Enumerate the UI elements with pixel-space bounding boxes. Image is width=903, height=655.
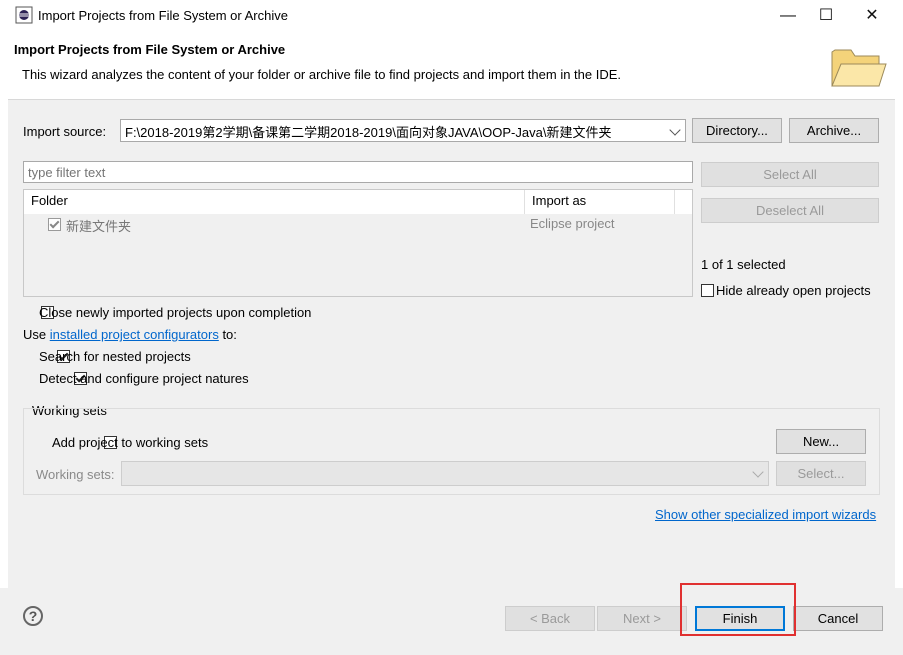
configurators-link[interactable]: installed project configurators xyxy=(50,327,219,342)
column-header-folder[interactable]: Folder xyxy=(24,190,525,214)
archive-button[interactable]: Archive... xyxy=(789,118,879,143)
table-row[interactable]: 新建文件夹 Eclipse project xyxy=(24,214,692,234)
chevron-down-icon[interactable] xyxy=(669,124,681,136)
import-source-label: Import source: xyxy=(23,124,107,139)
use-suffix: to: xyxy=(218,327,237,342)
configurators-line: Use installed project configurators to: xyxy=(23,327,237,342)
maximize-button[interactable]: ☐ xyxy=(803,0,849,31)
select-all-button[interactable]: Select All xyxy=(701,162,879,187)
close-button[interactable]: ✕ xyxy=(849,0,895,31)
projects-table: Folder Import as 新建文件夹 Eclipse project xyxy=(23,189,693,297)
working-sets-label: Working sets: xyxy=(36,467,115,482)
use-prefix: Use xyxy=(23,327,50,342)
deselect-all-button[interactable]: Deselect All xyxy=(701,198,879,223)
directory-button[interactable]: Directory... xyxy=(692,118,782,143)
detect-natures-label: Detect and configure project natures xyxy=(39,371,249,386)
row-import-as: Eclipse project xyxy=(530,216,615,231)
next-button[interactable]: Next > xyxy=(597,606,687,631)
back-button[interactable]: < Back xyxy=(505,606,595,631)
column-header-import-as[interactable]: Import as xyxy=(525,190,675,214)
window-title: Import Projects from File System or Arch… xyxy=(38,8,288,23)
hide-open-projects-checkbox[interactable] xyxy=(701,284,714,297)
row-checkbox[interactable] xyxy=(48,218,61,231)
other-wizards-link[interactable]: Show other specialized import wizards xyxy=(655,507,876,522)
import-source-value: F:\2018-2019第2学期\备课第二学期2018-2019\面向对象JAV… xyxy=(125,125,612,140)
import-source-combo[interactable]: F:\2018-2019第2学期\备课第二学期2018-2019\面向对象JAV… xyxy=(120,119,686,142)
help-icon[interactable]: ? xyxy=(23,606,43,626)
cancel-button[interactable]: Cancel xyxy=(793,606,883,631)
add-to-working-sets-label: Add project to working sets xyxy=(52,435,209,450)
search-nested-label: Search for nested projects xyxy=(39,349,191,364)
row-folder: 新建文件夹 xyxy=(66,219,132,234)
close-imported-label: Close newly imported projects upon compl… xyxy=(39,305,312,320)
finish-highlight-box xyxy=(680,583,796,636)
wizard-description: This wizard analyzes the content of your… xyxy=(22,67,622,82)
hide-open-projects-label: Hide already open projects xyxy=(716,283,871,298)
chevron-down-icon[interactable] xyxy=(752,466,764,478)
new-working-set-button[interactable]: New... xyxy=(776,429,866,454)
folder-icon xyxy=(831,49,887,87)
select-working-set-button[interactable]: Select... xyxy=(776,461,866,486)
working-sets-combo[interactable] xyxy=(121,461,769,486)
selected-count: 1 of 1 selected xyxy=(701,257,786,272)
column-header-filler xyxy=(675,190,692,214)
filter-input[interactable] xyxy=(23,161,693,183)
eclipse-app-icon xyxy=(15,6,33,24)
wizard-title: Import Projects from File System or Arch… xyxy=(14,42,286,57)
